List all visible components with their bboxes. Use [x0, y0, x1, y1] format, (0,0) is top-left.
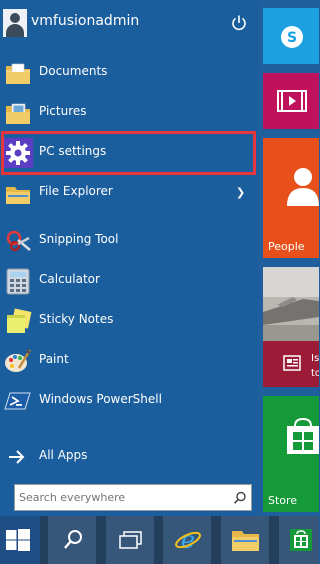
calculator-icon [6, 268, 30, 295]
news-tile-label: Is [311, 353, 319, 364]
search-input[interactable] [19, 488, 224, 507]
file-explorer-button[interactable] [221, 516, 269, 564]
menu-item-label: Sticky Notes [39, 312, 114, 326]
selection-highlight [1, 131, 256, 175]
start-button[interactable] [0, 516, 40, 564]
all-apps-button[interactable]: All Apps [0, 437, 258, 477]
menu-item-label: Documents [39, 64, 108, 78]
menu-item-label: Snipping Tool [39, 232, 119, 246]
task-view-button[interactable] [106, 516, 154, 564]
menu-item-file-explorer[interactable]: File Explorer ❯ [0, 173, 258, 213]
user-avatar-icon [3, 9, 27, 37]
taskbar: e [0, 516, 319, 564]
skype-tile[interactable]: S [263, 8, 319, 64]
menu-item-label: Pictures [39, 104, 87, 118]
start-menu-left-column: vmfusionadmin Documents Pictures PC sett… [0, 0, 258, 516]
store-button[interactable] [279, 516, 319, 564]
scissors-icon [6, 230, 31, 252]
folder-icon [6, 103, 30, 124]
menu-item-sticky-notes[interactable]: Sticky Notes [0, 301, 258, 341]
arrow-right-icon [9, 450, 25, 464]
news-tile-label-line2: to [311, 368, 319, 379]
windows-logo-icon [6, 529, 30, 551]
menu-item-pictures[interactable]: Pictures [0, 93, 258, 133]
folder-icon [232, 531, 259, 551]
internet-explorer-icon: e [175, 526, 201, 554]
search-icon[interactable] [232, 490, 248, 506]
menu-item-label: Paint [39, 352, 69, 366]
people-tile-label: People [268, 240, 305, 253]
user-account[interactable]: vmfusionadmin [0, 0, 258, 48]
store-icon [287, 418, 319, 454]
power-icon[interactable] [229, 13, 249, 33]
menu-item-windows-powershell[interactable]: Windows PowerShell [0, 381, 258, 421]
paint-icon [5, 349, 32, 372]
store-tile[interactable]: Store [263, 396, 319, 512]
sticky-notes-icon [7, 308, 32, 333]
search-button[interactable] [48, 516, 96, 564]
task-view-icon [119, 531, 142, 549]
folder-icon [6, 63, 30, 84]
folder-icon [6, 187, 30, 204]
news-icon [283, 355, 301, 371]
store-tile-label: Store [268, 494, 298, 507]
people-tile[interactable]: People [263, 138, 319, 258]
people-icon [287, 168, 319, 206]
svg-text:e: e [181, 526, 195, 554]
user-name: vmfusionadmin [31, 13, 140, 29]
start-menu: vmfusionadmin Documents Pictures PC sett… [0, 0, 319, 516]
menu-item-calculator[interactable]: Calculator [0, 261, 258, 301]
skype-icon: S [281, 26, 303, 48]
menu-item-label: Windows PowerShell [39, 392, 162, 406]
chevron-right-icon[interactable]: ❯ [236, 186, 245, 199]
all-apps-label: All Apps [39, 448, 88, 462]
powershell-icon [4, 392, 31, 410]
menu-item-label: File Explorer [39, 184, 113, 198]
search-box[interactable] [14, 484, 252, 511]
news-photo-image [263, 267, 319, 341]
video-icon [277, 90, 307, 112]
menu-item-paint[interactable]: Paint [0, 341, 258, 381]
store-icon [290, 529, 312, 551]
internet-explorer-button[interactable]: e [163, 516, 211, 564]
menu-item-label: Calculator [39, 272, 100, 286]
search-icon [64, 530, 82, 549]
news-tile[interactable]: Is to [263, 267, 319, 387]
svg-text:S: S [287, 30, 297, 46]
menu-item-documents[interactable]: Documents [0, 53, 258, 93]
video-tile[interactable] [263, 73, 319, 129]
menu-item-snipping-tool[interactable]: Snipping Tool [0, 221, 258, 261]
